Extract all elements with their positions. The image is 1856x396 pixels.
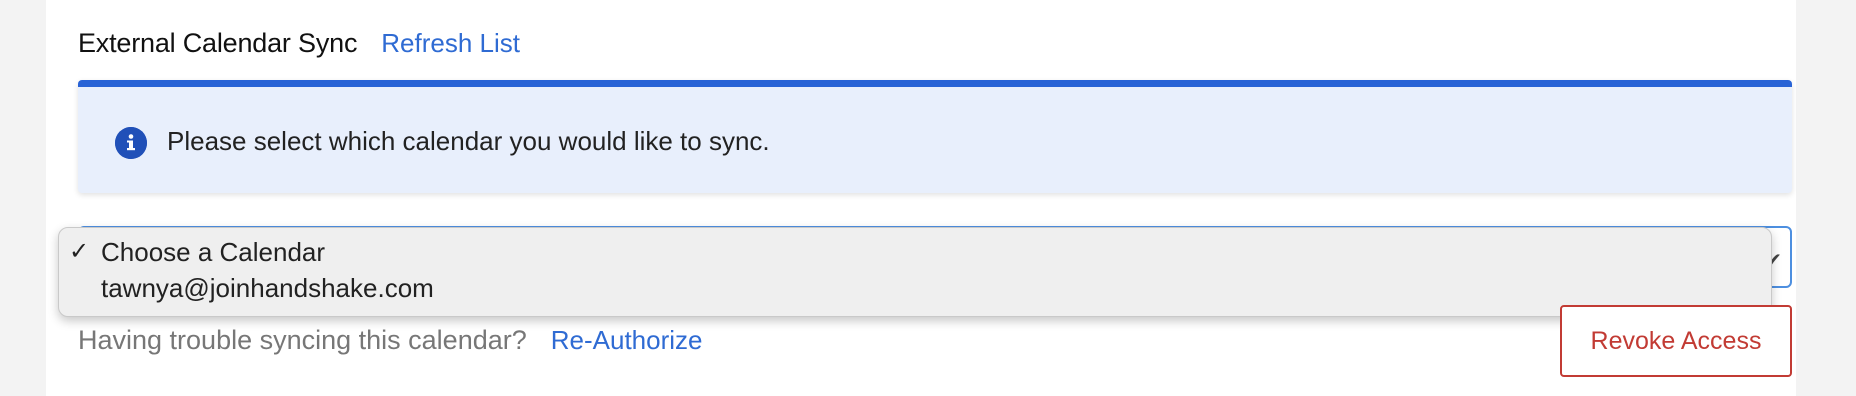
- dropdown-option-choose-calendar[interactable]: ✓ Choose a Calendar: [59, 234, 1771, 270]
- refresh-list-link[interactable]: Refresh List: [381, 28, 520, 59]
- trouble-text: Having trouble syncing this calendar?: [78, 324, 527, 355]
- option-label: Choose a Calendar: [101, 237, 326, 267]
- info-alert: Please select which calendar you would l…: [78, 80, 1792, 193]
- calendar-dropdown-menu: ✓ Choose a Calendar tawnya@joinhandshake…: [58, 227, 1772, 317]
- checkmark-icon: ✓: [69, 238, 90, 265]
- alert-message: Please select which calendar you would l…: [167, 126, 770, 156]
- reauthorize-link[interactable]: Re-Authorize: [551, 325, 703, 356]
- info-icon: [115, 127, 147, 159]
- section-title: External Calendar Sync: [78, 27, 358, 58]
- section-header: External Calendar Sync Refresh List: [78, 22, 520, 64]
- sync-help-row: Having trouble syncing this calendar? Re…: [78, 318, 703, 362]
- dropdown-option-calendar-account[interactable]: tawnya@joinhandshake.com: [59, 270, 1771, 306]
- revoke-access-button[interactable]: Revoke Access: [1560, 305, 1792, 377]
- option-label: tawnya@joinhandshake.com: [101, 273, 434, 303]
